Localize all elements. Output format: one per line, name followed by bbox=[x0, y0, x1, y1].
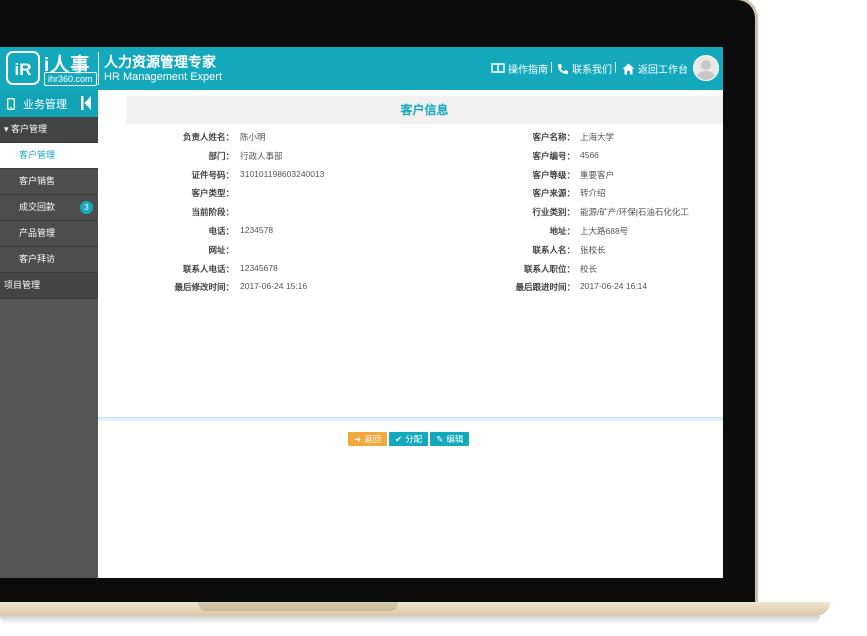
back-button[interactable]: ➜ 返回 bbox=[348, 432, 388, 446]
sidebar-item-label: 客户管理 bbox=[19, 150, 56, 160]
avatar-head bbox=[701, 60, 711, 70]
avatar-body bbox=[697, 71, 715, 80]
laptop-notch bbox=[198, 602, 398, 611]
edit-label: 编辑 bbox=[446, 434, 464, 444]
app-screen: iR i人事 ihr360.com 人力资源管理专家 HR Management… bbox=[0, 47, 723, 578]
edit-button[interactable]: ✎ 编辑 bbox=[430, 432, 470, 446]
field-value: 重要客户 bbox=[580, 169, 615, 180]
info-row-right: 行业类别： 能源/矿产/环保|石油石化化工 bbox=[98, 206, 723, 223]
panel-title: 客户信息 bbox=[126, 96, 723, 124]
sidebar-item-label: 成交回款 bbox=[19, 202, 56, 212]
info-row-right: 最后跟进时间： 2017-06-24 16:14 bbox=[98, 281, 723, 298]
info-row-right: 地址： 上大路688号 bbox=[98, 225, 723, 242]
field-value: 转介绍 bbox=[580, 188, 606, 199]
section-divider bbox=[98, 417, 723, 421]
chevron-down-icon: ▾ bbox=[4, 124, 9, 134]
field-label: 客户来源： bbox=[532, 188, 575, 199]
sidebar-item-label: 客户拜访 bbox=[19, 254, 56, 264]
sidebar-item-payments[interactable]: 成交回款 3 bbox=[0, 195, 98, 221]
field-label: 联系人名： bbox=[532, 244, 575, 255]
header-separator: | bbox=[550, 61, 553, 73]
sidebar-item-customer-management[interactable]: 客户管理 bbox=[0, 143, 98, 169]
laptop-base bbox=[0, 602, 830, 616]
field-value: 校长 bbox=[580, 263, 598, 274]
phone-icon bbox=[558, 63, 568, 74]
logo-url: ihr360.com bbox=[44, 72, 97, 86]
info-row-right: 客户编号： 4566 bbox=[98, 150, 723, 167]
sidebar-title: 业务管理 bbox=[23, 98, 67, 111]
guide-label: 操作指南 bbox=[508, 65, 548, 76]
info-row-right: 联系人名： 张校长 bbox=[98, 244, 723, 261]
logo-mark: iR bbox=[6, 51, 40, 85]
sidebar-item-label: 客户销售 bbox=[19, 176, 56, 186]
slogan: 人力资源管理专家 bbox=[104, 54, 216, 70]
sidebar: 业务管理 ▾ 客户管理 客户管理 客户销售 成交回款 3 产品管理 客户拜访 项… bbox=[0, 90, 98, 578]
sidebar-item-customer-sales[interactable]: 客户销售 bbox=[0, 169, 98, 195]
field-label: 最后跟进时间： bbox=[515, 282, 575, 293]
sidebar-group-projects[interactable]: 项目管理 bbox=[0, 273, 98, 299]
info-row-right: 客户等级： 重要客户 bbox=[98, 169, 723, 186]
header-separator: | bbox=[614, 61, 617, 73]
field-label: 行业类别： bbox=[532, 207, 575, 218]
slogan-en: HR Management Expert bbox=[104, 71, 222, 83]
check-icon: ✔ bbox=[395, 434, 403, 444]
info-row-right: 客户来源： 转介绍 bbox=[98, 187, 723, 204]
count-badge: 3 bbox=[80, 201, 93, 214]
sidebar-group-customer[interactable]: ▾ 客户管理 bbox=[0, 117, 98, 143]
sidebar-item-customer-visits[interactable]: 客户拜访 bbox=[0, 247, 98, 273]
field-label: 地址： bbox=[549, 226, 575, 236]
sidebar-header: 业务管理 bbox=[0, 90, 98, 117]
top-header: iR i人事 ihr360.com 人力资源管理专家 HR Management… bbox=[0, 47, 723, 90]
edit-icon: ✎ bbox=[436, 434, 444, 444]
field-label: 联系人职位： bbox=[523, 263, 575, 274]
laptop-shadow bbox=[0, 616, 820, 624]
contact-link[interactable]: 联系我们 bbox=[557, 61, 612, 76]
field-value: 张校长 bbox=[580, 244, 606, 255]
arrow-left-icon: ➜ bbox=[354, 434, 362, 444]
logo-divider bbox=[98, 52, 99, 85]
book-icon bbox=[491, 63, 505, 74]
field-label: 客户名称： bbox=[532, 132, 575, 142]
sidebar-group-label: 客户管理 bbox=[11, 124, 48, 134]
assign-button[interactable]: ✔ 分配 bbox=[389, 432, 429, 446]
field-label: 客户等级： bbox=[532, 169, 575, 180]
sidebar-group-label: 项目管理 bbox=[4, 280, 41, 290]
info-row-right: 联系人职位： 校长 bbox=[98, 263, 723, 280]
action-buttons: ➜ 返回 ✔ 分配 ✎ 编辑 bbox=[348, 432, 470, 446]
field-value: 能源/矿产/环保|石油石化化工 bbox=[580, 207, 689, 218]
info-row-right: 客户名称： 上海大学 bbox=[98, 131, 723, 148]
field-value: 2017-06-24 16:14 bbox=[580, 281, 648, 292]
field-value: 上海大学 bbox=[580, 132, 615, 142]
sidebar-item-label: 产品管理 bbox=[19, 228, 56, 238]
assign-label: 分配 bbox=[405, 434, 423, 444]
mobile-icon bbox=[7, 97, 15, 110]
field-label: 客户编号： bbox=[532, 150, 575, 161]
avatar[interactable] bbox=[693, 55, 719, 81]
back-label: 返回 bbox=[364, 434, 382, 444]
field-value: 上大路688号 bbox=[580, 226, 629, 236]
contact-label: 联系我们 bbox=[572, 65, 612, 76]
collapse-sidebar-icon[interactable] bbox=[81, 96, 91, 110]
workbench-link[interactable]: 返回工作台 bbox=[622, 61, 688, 76]
workbench-label: 返回工作台 bbox=[638, 65, 688, 76]
main-content: 客户信息 负责人姓名： 陈小明 部门： 行政人事部 证件号码： 3101011986032… bbox=[98, 90, 723, 578]
guide-link[interactable]: 操作指南 bbox=[491, 61, 548, 76]
sidebar-item-products[interactable]: 产品管理 bbox=[0, 221, 98, 247]
field-value: 4566 bbox=[580, 149, 599, 160]
home-icon bbox=[622, 63, 635, 74]
